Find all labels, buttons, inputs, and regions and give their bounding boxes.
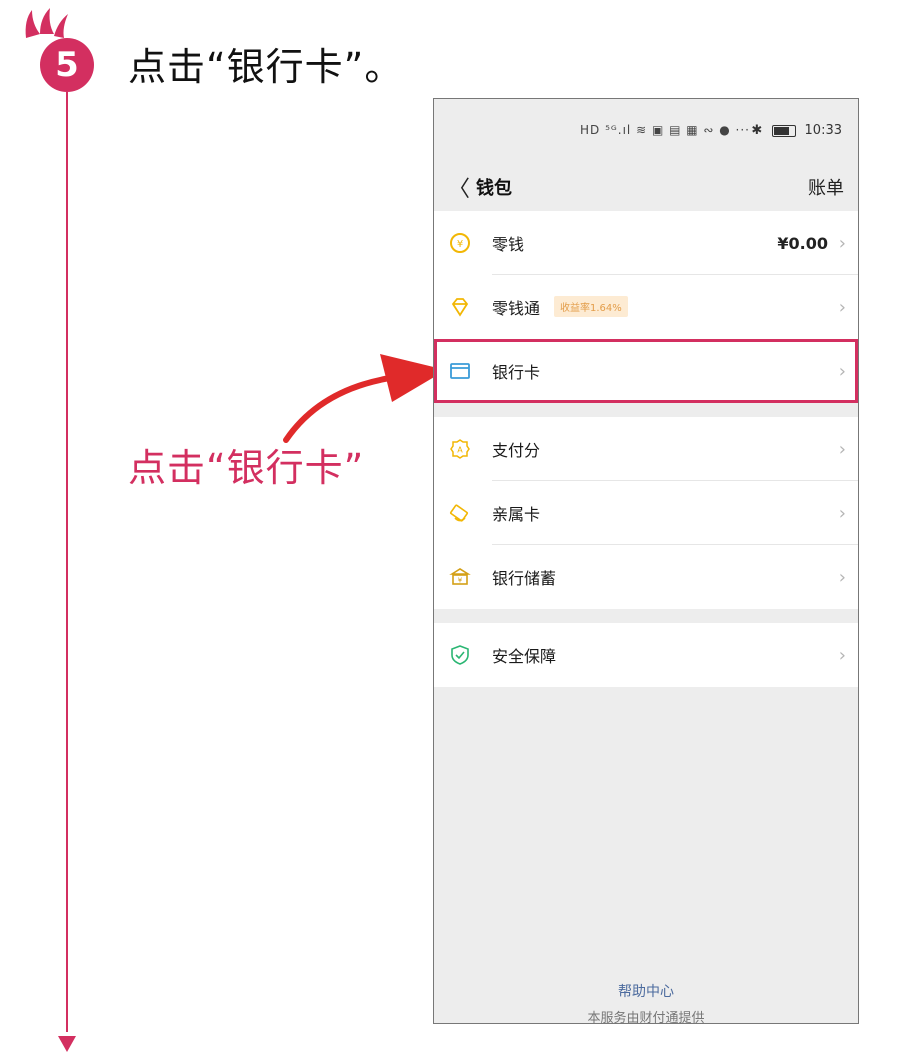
list-item-security[interactable]: 安全保障 › bbox=[434, 623, 858, 687]
section-gap bbox=[434, 609, 858, 623]
chevron-right-icon: › bbox=[838, 360, 846, 382]
score-badge-icon: A bbox=[448, 437, 472, 461]
list-item-bank-savings[interactable]: ¥ 银行储蓄 › bbox=[434, 545, 858, 609]
status-time: 10:33 bbox=[804, 123, 842, 138]
list-item-label: 支付分 bbox=[492, 441, 541, 460]
status-right: ✱ 10:33 bbox=[751, 123, 842, 138]
status-icons: HD ⁵ᴳ.ıl ≋ ▣ ▤ ▦ ∾ ● ··· bbox=[580, 123, 750, 137]
yield-badge: 收益率1.64% bbox=[554, 296, 628, 317]
list-item-lingqiantong[interactable]: 零钱通 收益率1.64% › bbox=[434, 275, 858, 339]
family-card-icon bbox=[448, 501, 472, 525]
chevron-right-icon: › bbox=[838, 438, 846, 460]
yuan-coin-icon: ¥ bbox=[448, 231, 472, 255]
list-item-bank-card[interactable]: 银行卡 › bbox=[434, 339, 858, 403]
phone-screen: HD ⁵ᴳ.ıl ≋ ▣ ▤ ▦ ∾ ● ··· ✱ 10:33 〈 钱包 账单… bbox=[433, 98, 859, 1024]
svg-text:A: A bbox=[457, 446, 463, 455]
bank-icon: ¥ bbox=[448, 565, 472, 589]
card-icon bbox=[448, 359, 472, 383]
provider-text: 本服务由财付通提供 bbox=[587, 1011, 705, 1024]
balance-value: ¥0.00 bbox=[777, 233, 828, 253]
list-item-label: 零钱通 bbox=[492, 299, 541, 318]
list-item-pay-score[interactable]: A 支付分 › bbox=[434, 417, 858, 481]
battery-icon bbox=[772, 124, 797, 137]
list-item-family-card[interactable]: 亲属卡 › bbox=[434, 481, 858, 545]
callout-arrow-icon bbox=[283, 354, 446, 443]
list-item-change[interactable]: ¥ 零钱 ¥0.00 › bbox=[434, 211, 858, 275]
chevron-right-icon: › bbox=[838, 232, 846, 254]
timeline-line bbox=[66, 92, 68, 1032]
list-item-label: 银行卡 bbox=[492, 363, 541, 382]
step-title: 点击“银行卡”。 bbox=[128, 45, 404, 89]
status-bar: HD ⁵ᴳ.ıl ≋ ▣ ▤ ▦ ∾ ● ··· ✱ 10:33 bbox=[434, 99, 858, 161]
shield-icon bbox=[448, 643, 472, 667]
help-center-link[interactable]: 帮助中心 bbox=[434, 981, 858, 1001]
wallet-group-3: 安全保障 › bbox=[434, 623, 858, 687]
chevron-right-icon: › bbox=[838, 296, 846, 318]
chevron-right-icon: › bbox=[838, 566, 846, 588]
svg-text:¥: ¥ bbox=[457, 239, 463, 250]
page-title: 钱包 bbox=[476, 178, 512, 199]
wallet-group-1: ¥ 零钱 ¥0.00 › 零钱通 收益率1.64% › 银行卡 › bbox=[434, 211, 858, 403]
timeline-arrow-icon bbox=[58, 1036, 76, 1052]
bill-link[interactable]: 账单 bbox=[808, 174, 844, 200]
list-item-label: 零钱 bbox=[492, 235, 525, 254]
svg-text:¥: ¥ bbox=[458, 577, 463, 585]
step-number-badge: 5 bbox=[40, 38, 94, 92]
diamond-icon bbox=[448, 295, 472, 319]
chevron-right-icon: › bbox=[838, 644, 846, 666]
wallet-group-2: A 支付分 › 亲属卡 › ¥ 银行储蓄 › bbox=[434, 417, 858, 609]
bluetooth-icon: ✱ bbox=[751, 123, 763, 138]
nav-bar: 〈 钱包 账单 bbox=[434, 161, 858, 211]
chevron-right-icon: › bbox=[838, 502, 846, 524]
section-gap bbox=[434, 403, 858, 417]
list-item-label: 亲属卡 bbox=[492, 505, 541, 524]
list-item-label: 银行储蓄 bbox=[492, 569, 557, 588]
back-icon[interactable]: 〈 bbox=[448, 171, 470, 203]
list-item-label: 安全保障 bbox=[492, 647, 557, 666]
